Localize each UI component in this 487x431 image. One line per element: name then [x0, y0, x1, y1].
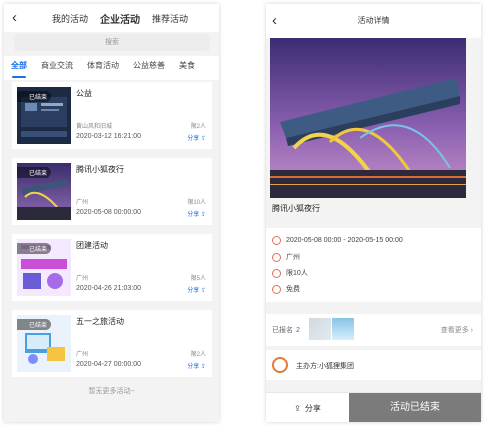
share-button[interactable]: ⇪ 分享: [266, 393, 349, 422]
activity-card[interactable]: 已结束 五一之旅活动 广州 限2人 2020-04-27 00:00:00 分享…: [12, 310, 212, 377]
category-tab-business[interactable]: 商业交流: [34, 56, 80, 80]
detail-top-bar: ‹ 活动详情: [266, 4, 481, 38]
activity-card[interactable]: 已结束 公益 黄山风和旧城 限2人 2020-03-12 16:21:00 分享…: [12, 82, 212, 149]
activity-thumbnail: 已结束: [17, 87, 71, 144]
activity-thumbnail: 已结束: [17, 315, 71, 372]
share-icon: ⇪: [200, 212, 206, 218]
info-limit-row: 限10人: [272, 268, 308, 278]
top-bar: ‹ 我的活动 企业活动 推荐活动: [4, 4, 219, 32]
page-title: 活动详情: [357, 16, 390, 25]
info-fee-row: 免费: [272, 284, 300, 294]
share-label: 分享: [187, 288, 200, 294]
activity-thumbnail: 已结束: [17, 239, 71, 296]
activity-date: 2020-04-26 21:03:00: [76, 285, 141, 292]
avatar[interactable]: [309, 318, 331, 340]
tab-my-activities[interactable]: 我的活动: [52, 12, 88, 26]
share-icon: ⇪: [200, 364, 206, 370]
activity-people-limit: 限2人: [190, 352, 206, 358]
tab-recommended-activities[interactable]: 推荐活动: [152, 12, 188, 26]
activity-time: 2020-05-08 00:00 - 2020-05-15 00:00: [286, 237, 403, 244]
list-end-note: 暂无更多活动~: [88, 388, 135, 395]
ended-badge: 已结束: [17, 243, 52, 254]
category-tab-sports[interactable]: 体育活动: [80, 56, 126, 80]
activity-list-screen: ‹ 我的活动 企业活动 推荐活动 搜索 全部 商业交流 体育活动 公益慈善 美食: [4, 4, 219, 422]
organizer-logo-icon: [272, 357, 288, 373]
organizer-name: 主办方:小狐狸集团: [296, 363, 354, 370]
activity-title: 腾讯小狐夜行: [76, 165, 124, 174]
activity-limit: 限10人: [286, 270, 308, 277]
share-link[interactable]: 分享 ⇪: [187, 133, 206, 142]
registered-count: 2: [296, 327, 300, 334]
activity-info-panel: 2020-05-08 00:00 - 2020-05-15 00:00 广州 限…: [266, 228, 481, 302]
see-more-link[interactable]: 查看更多 ›: [441, 325, 473, 335]
share-label: 分享: [187, 364, 200, 370]
activity-people-limit: 限10人: [187, 200, 206, 206]
registered-text: 已报名: [272, 327, 293, 334]
coin-icon: [272, 284, 281, 294]
share-link[interactable]: 分享 ⇪: [187, 361, 206, 370]
activity-ended-button[interactable]: 活动已结束: [349, 393, 481, 422]
activity-card[interactable]: 已结束 团建活动 广州 限5人 2020-04-26 21:03:00 分享 ⇪: [12, 234, 212, 301]
activity-title: 团建活动: [76, 241, 108, 250]
share-link[interactable]: 分享 ⇪: [187, 285, 206, 294]
activity-location: 广州: [76, 200, 89, 206]
share-link[interactable]: 分享 ⇪: [187, 209, 206, 218]
ended-badge: 已结束: [17, 319, 52, 330]
clock-icon: [272, 236, 281, 245]
organizer-section: 主办方:小狐狸集团: [266, 350, 481, 380]
activity-name: 腾讯小狐夜行: [272, 204, 320, 213]
share-button-label: 分享: [304, 403, 321, 413]
activity-hero-image: [270, 38, 466, 198]
registered-section: 已报名 2 查看更多 ›: [266, 314, 481, 346]
activity-location: 黄山风和旧城: [76, 124, 113, 130]
info-time-row: 2020-05-08 00:00 - 2020-05-15 00:00: [272, 236, 403, 245]
activity-location: 广州: [76, 352, 89, 358]
activity-detail-screen: ‹ 活动详情 腾讯小狐夜行 2020-05-08 00:00 - 2020-05…: [266, 4, 481, 422]
location-pin-icon: [272, 252, 281, 262]
category-tab-all[interactable]: 全部: [4, 56, 34, 80]
activity-date: 2020-04-27 00:00:00: [76, 361, 141, 368]
bottom-action-bar: ⇪ 分享 活动已结束: [266, 392, 481, 422]
category-tab-food[interactable]: 美食: [172, 56, 202, 80]
activity-location: 广州: [76, 276, 89, 282]
ended-badge: 已结束: [17, 91, 52, 102]
activity-date: 2020-03-12 16:21:00: [76, 133, 141, 140]
activity-card[interactable]: 已结束 腾讯小狐夜行 广州 限10人 2020-05-08 00:00:00 分…: [12, 158, 212, 225]
activity-location: 广州: [286, 254, 300, 261]
hero-image: [270, 38, 466, 198]
activity-title: 五一之旅活动: [76, 317, 124, 326]
category-tab-charity[interactable]: 公益慈善: [126, 56, 172, 80]
screenshot-canvas: ‹ 我的活动 企业活动 推荐活动 搜索 全部 商业交流 体育活动 公益慈善 美食: [0, 0, 487, 431]
info-location-row: 广州: [272, 252, 300, 262]
registered-label: 已报名 2: [272, 325, 300, 335]
activity-fee: 免费: [286, 286, 300, 293]
tab-enterprise-activities[interactable]: 企业活动: [100, 11, 140, 26]
share-label: 分享: [187, 212, 200, 218]
avatar[interactable]: [332, 318, 354, 340]
share-icon: ⇪: [294, 403, 301, 413]
see-more-label: 查看更多: [440, 327, 469, 334]
activity-thumbnail: 已结束: [17, 163, 71, 220]
back-icon[interactable]: ‹: [12, 10, 26, 26]
person-icon: [272, 268, 281, 278]
share-icon: ⇪: [200, 288, 206, 294]
share-label: 分享: [187, 136, 200, 142]
search-input[interactable]: 搜索: [14, 34, 210, 51]
activity-type-tabs: 我的活动 企业活动 推荐活动: [52, 12, 188, 26]
category-tabs: 全部 商业交流 体育活动 公益慈善 美食: [4, 56, 219, 80]
activity-date: 2020-05-08 00:00:00: [76, 209, 141, 216]
activity-title: 公益: [76, 89, 92, 98]
share-icon: ⇪: [200, 136, 206, 142]
chevron-right-icon: ›: [470, 327, 473, 334]
ended-badge: 已结束: [17, 167, 52, 178]
activity-people-limit: 限5人: [190, 276, 206, 282]
activity-people-limit: 限2人: [190, 124, 206, 130]
